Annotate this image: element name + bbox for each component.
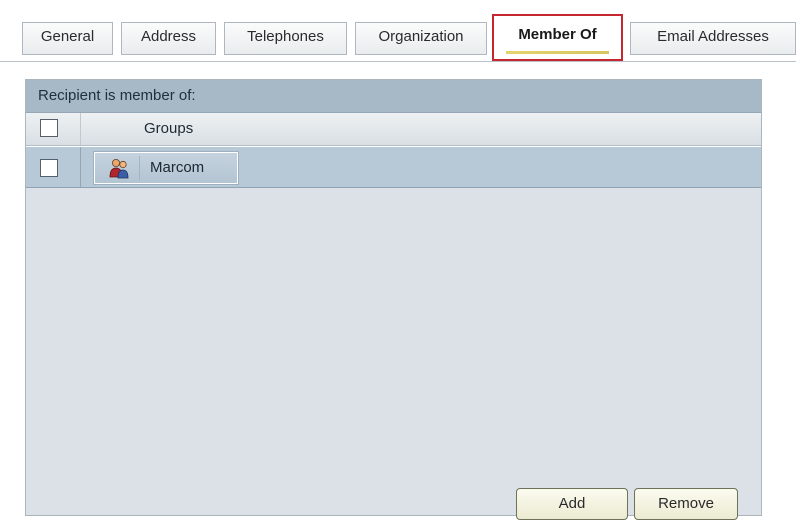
group-name: Marcom: [150, 159, 205, 176]
tab-strip: General Address Telephones Organization …: [0, 0, 796, 62]
group-chip-divider: [139, 156, 140, 180]
recipient-properties-page: General Address Telephones Organization …: [0, 0, 796, 525]
tab-telephones[interactable]: Telephones: [224, 22, 347, 55]
tab-member-of[interactable]: Member Of: [492, 14, 623, 61]
add-button[interactable]: Add: [516, 488, 628, 520]
tab-general[interactable]: General: [22, 22, 113, 55]
grid-header-row: Groups: [26, 113, 761, 146]
tab-address[interactable]: Address: [121, 22, 216, 55]
select-all-checkbox[interactable]: [40, 119, 58, 137]
tab-email-addresses[interactable]: Email Addresses: [630, 22, 796, 55]
group-item-marcom[interactable]: Marcom: [94, 152, 238, 184]
member-of-panel: Recipient is member of: Groups Marcom Ad…: [25, 62, 765, 520]
row-check-cell: [26, 147, 81, 187]
remove-button[interactable]: Remove: [634, 488, 738, 520]
grid-caption: Recipient is member of:: [26, 80, 761, 113]
header-check-cell: [26, 113, 81, 145]
tab-organization[interactable]: Organization: [355, 22, 487, 55]
row-checkbox[interactable]: [40, 159, 58, 177]
table-row[interactable]: Marcom: [26, 146, 761, 188]
groups-column-header[interactable]: Groups: [144, 113, 193, 145]
group-icon: [109, 159, 129, 179]
groups-grid: Recipient is member of: Groups Marcom Ad…: [25, 79, 762, 520]
